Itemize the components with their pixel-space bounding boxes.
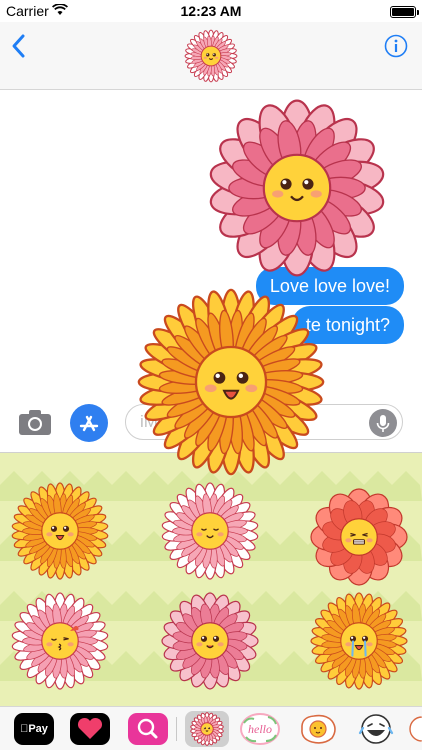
search-glyph [137, 718, 158, 739]
search-globe-icon[interactable] [128, 713, 168, 745]
contact-avatar[interactable] [171, 26, 251, 86]
app-drawer-strip: Pay hello [0, 706, 422, 750]
apple-pay-label: Pay [24, 723, 48, 735]
strip-daisy-sticker[interactable] [185, 711, 229, 747]
yellow-flower-sticker[interactable] [135, 286, 327, 478]
sticker-red-grimace[interactable] [309, 487, 409, 587]
sticker-pink-sleepy[interactable] [160, 481, 260, 581]
info-icon[interactable] [384, 34, 408, 58]
battery-level [392, 8, 414, 16]
pink-flower-sticker[interactable] [206, 97, 388, 279]
apple-pay-icon[interactable]: Pay [14, 713, 54, 745]
strip-divider [176, 717, 177, 741]
strip-hello-sticker[interactable]: hello [238, 711, 282, 747]
strip-laughing-emoji-sticker[interactable] [354, 711, 398, 747]
hello-sticker-text: hello [248, 722, 272, 736]
battery-icon [390, 6, 419, 18]
app-store-glyph [79, 415, 99, 432]
app-store-icon[interactable] [70, 404, 108, 442]
nav-bar [0, 22, 422, 90]
sticker-drawer [0, 452, 422, 706]
clock: 12:23 AM [180, 3, 242, 19]
sticker-pink-kiss[interactable] [10, 591, 110, 691]
sticker-yellow-crying[interactable] [309, 591, 409, 691]
status-bar: Carrier 12:23 AM [0, 0, 422, 22]
strip-egg-sticker[interactable] [296, 711, 340, 747]
microphone-icon[interactable] [369, 409, 397, 437]
strip-partial-sticker[interactable] [406, 711, 422, 747]
chevron-left-icon[interactable] [8, 32, 32, 60]
sticker-pink-happy[interactable] [160, 591, 260, 691]
microphone-glyph [376, 415, 390, 432]
heart-app-icon[interactable] [70, 713, 110, 745]
heart-glyph [77, 717, 103, 739]
camera-icon[interactable] [18, 408, 52, 436]
sticker-yellow-laughing[interactable] [10, 481, 110, 581]
